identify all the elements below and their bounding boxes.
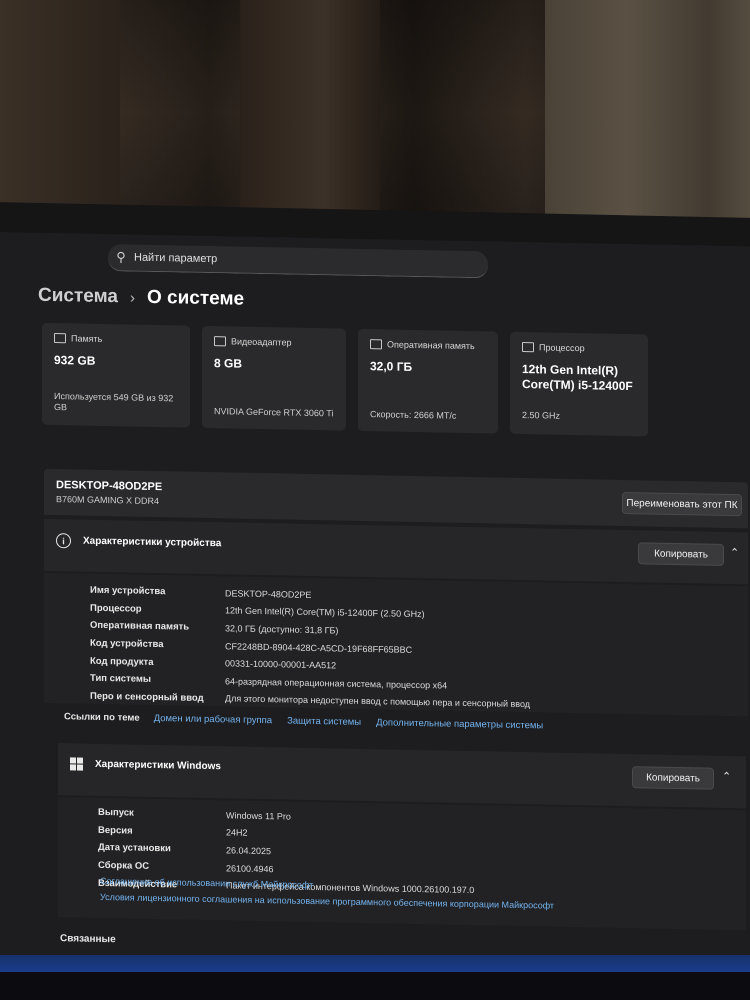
breadcrumb-separator: › — [129, 288, 135, 307]
spec-key: Оперативная память — [90, 620, 190, 634]
page-title: О системе — [146, 286, 245, 310]
windows-specs-title-wrap: Характеристики Windows — [70, 757, 221, 773]
spec-value[interactable]: Windows 11 Pro — [226, 810, 291, 821]
windows-specs-body: Выпуск Windows 11 Pro Версия 24H2 Дата устан… — [58, 797, 746, 931]
gpu-card[interactable]: Видеоадаптер 8 GB NVIDIA GeForce RTX 306… — [202, 325, 346, 431]
cpu-card-title: Процессор — [539, 342, 585, 354]
curtain-left — [0, 0, 120, 225]
cpu-card-detail: 2.50 GHz — [522, 410, 561, 421]
cpu-icon — [522, 342, 534, 353]
ram-card-value: 32,0 ГБ — [370, 359, 413, 374]
gpu-card-header: Видеоадаптер — [214, 336, 292, 348]
spec-value[interactable]: 24H2 — [226, 828, 248, 838]
spec-value[interactable]: 26100.4946 — [226, 863, 274, 874]
device-specs-title-wrap: i Характеристики устройства — [56, 533, 221, 551]
related-links: Ссылки по теме Домен или рабочая группа … — [64, 711, 558, 731]
spec-key: Код устройства — [90, 637, 164, 651]
spec-value[interactable]: 32,0 ГБ (доступно: 31,8 ГБ) — [225, 623, 338, 635]
storage-card[interactable]: Память 932 GB Используется 549 GB из 932… — [42, 322, 190, 428]
spec-key: Имя устройства — [90, 585, 166, 598]
chevron-up-icon[interactable]: ⌃ — [730, 546, 739, 559]
ram-card-header: Оперативная память — [370, 339, 475, 351]
info-icon: i — [56, 533, 71, 549]
storage-card-title: Память — [71, 333, 103, 344]
monitor-bottom-bezel — [0, 972, 750, 1000]
drive-icon — [54, 333, 66, 344]
spec-key: Выпуск — [98, 807, 134, 819]
search-box[interactable]: ⚲ Найти параметр — [108, 244, 488, 279]
spec-value[interactable]: CF2248BD-8904-428C-A5CD-19F68FF65BBC — [225, 641, 412, 655]
ram-card[interactable]: Оперативная память 32,0 ГБ Скорость: 266… — [358, 328, 498, 434]
ram-icon — [370, 339, 382, 350]
windows-logo-icon — [70, 757, 83, 771]
rename-pc-button[interactable]: Переименовать этот ПК — [622, 491, 742, 517]
curtain-right — [545, 0, 750, 225]
copy-device-specs-button[interactable]: Копировать — [638, 542, 724, 566]
device-specs-title: Характеристики устройства — [83, 535, 222, 550]
cpu-card-header: Процессор — [522, 342, 585, 353]
storage-card-value: 932 GB — [54, 353, 96, 368]
search-icon: ⚲ — [116, 249, 126, 265]
spec-key: Сборка ОС — [98, 859, 150, 872]
copy-windows-specs-button[interactable]: Копировать — [632, 766, 714, 790]
settings-window: ⚲ Найти параметр Система › О системе Пам… — [0, 232, 750, 977]
spec-value[interactable]: 00331-10000-00001-AA512 — [225, 658, 336, 670]
gpu-icon — [214, 336, 226, 347]
related-section-title: Связанные — [60, 933, 116, 946]
breadcrumb: Система › О системе — [38, 285, 244, 311]
spec-value[interactable]: 12th Gen Intel(R) Core(TM) i5-12400F (2.… — [225, 606, 425, 620]
spec-key: Процессор — [90, 602, 142, 615]
device-specs-body: Имя устройства DESKTOP-48OD2PE Процессор 12… — [44, 572, 748, 717]
gpu-card-title: Видеоадаптер — [231, 336, 292, 348]
link-domain-workgroup[interactable]: Домен или рабочая группа — [154, 713, 272, 726]
spec-value[interactable]: 64-разрядная операционная система, проце… — [225, 676, 447, 690]
ram-card-title: Оперативная память — [387, 339, 475, 352]
link-advanced-settings[interactable]: Дополнительные параметры системы — [376, 717, 543, 731]
device-model: B760M GAMING X DDR4 — [56, 494, 160, 507]
spec-value[interactable]: Для этого монитора недоступен ввод с пом… — [225, 694, 530, 710]
cpu-card[interactable]: Процессор 12th Gen Intel(R) Core(TM) i5-… — [510, 331, 648, 437]
spec-key: Дата установки — [98, 842, 171, 855]
breadcrumb-root[interactable]: Система — [38, 285, 118, 309]
device-name-bar: DESKTOP-48OD2PE B760M GAMING X DDR4 Пере… — [44, 468, 748, 529]
link-system-protection[interactable]: Защита системы — [287, 716, 361, 728]
device-specs-table: Имя устройства DESKTOP-48OD2PE Процессор 12… — [90, 582, 530, 714]
gpu-card-value: 8 GB — [214, 356, 243, 371]
search-placeholder: Найти параметр — [134, 251, 218, 266]
windows-specs-title: Характеристики Windows — [95, 758, 221, 773]
device-name: DESKTOP-48OD2PE — [56, 479, 163, 494]
chevron-up-icon-2[interactable]: ⌃ — [722, 770, 731, 783]
spec-value[interactable]: DESKTOP-48OD2PE — [225, 588, 311, 600]
gpu-card-detail: NVIDIA GeForce RTX 3060 Ti — [214, 406, 334, 419]
ram-card-detail: Скорость: 2666 МТ/с — [370, 409, 457, 421]
related-links-label: Ссылки по теме — [64, 711, 140, 724]
spec-value[interactable]: 26.04.2025 — [226, 845, 271, 856]
cpu-card-value: 12th Gen Intel(R) Core(TM) i5-12400F — [522, 362, 633, 394]
spec-key: Перо и сенсорный ввод — [90, 690, 204, 704]
spec-key: Код продукта — [90, 655, 154, 668]
spec-key: Тип системы — [90, 672, 152, 686]
storage-card-detail: Используется 549 GB из 932 GB — [54, 391, 174, 413]
storage-card-header: Память — [54, 333, 102, 344]
spec-key: Версия — [98, 824, 133, 837]
room-background — [0, 0, 750, 225]
curtain-middle — [240, 0, 380, 225]
